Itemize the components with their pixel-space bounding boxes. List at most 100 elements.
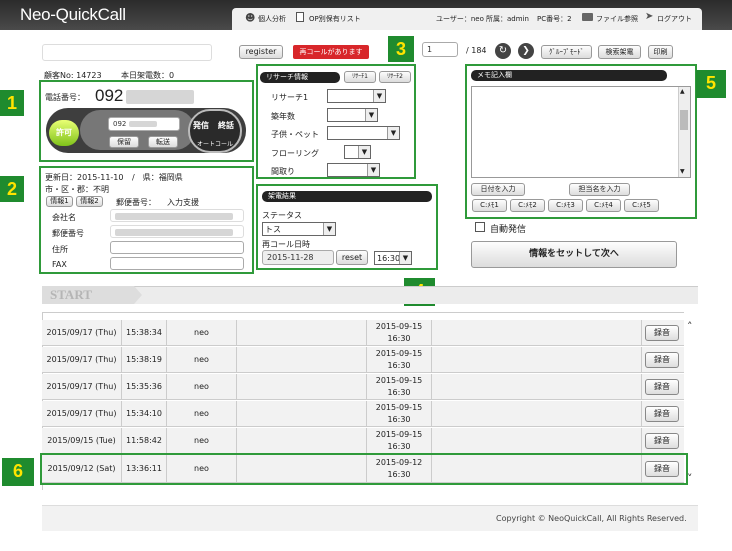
- city-label: 市・区・郡：不明: [45, 185, 109, 194]
- address-field[interactable]: [110, 241, 244, 254]
- register-button[interactable]: register: [239, 45, 283, 59]
- flooring-select[interactable]: ▼: [344, 145, 371, 159]
- start-label: START: [50, 287, 92, 302]
- auto-dial-checkbox[interactable]: [475, 222, 485, 232]
- annotation-label-3: 3: [388, 36, 414, 62]
- memo-2-button[interactable]: C:ﾒﾓ2: [510, 199, 545, 212]
- building-age-label: 築年数: [271, 112, 295, 121]
- postal-label: 郵便番号: [52, 229, 84, 238]
- phone-number: 092: [95, 86, 195, 106]
- app-logo: Neo-QuickCall: [20, 5, 126, 24]
- postal-field[interactable]: [110, 225, 244, 238]
- personal-analysis-link[interactable]: 個人分析: [258, 14, 286, 24]
- research-field-label: リサーチ1: [271, 93, 309, 102]
- scroll-thumb[interactable]: [680, 110, 688, 130]
- reset-button[interactable]: reset: [336, 250, 368, 265]
- tab-research-1[interactable]: ﾘｻｰﾁ1: [344, 71, 376, 83]
- tab-info-1[interactable]: 情報1: [46, 196, 73, 207]
- search-input[interactable]: [42, 44, 212, 61]
- chevron-down-icon: ▼: [358, 146, 370, 158]
- scroll-down-icon[interactable]: ▼: [680, 168, 685, 175]
- postal-code-header: 郵便番号：: [116, 198, 156, 207]
- annotation-label-5: 5: [696, 70, 726, 98]
- print-button[interactable]: 印刷: [648, 45, 673, 59]
- company-label: 会社名: [52, 213, 76, 222]
- table-row: 2015/09/17 (Thu) 15:38:34 neo 2015-09-15…: [42, 320, 684, 346]
- memo-4-button[interactable]: C:ﾒﾓ4: [586, 199, 621, 212]
- memo-1-button[interactable]: C:ﾒﾓ1: [472, 199, 507, 212]
- record-button[interactable]: 録音: [645, 433, 679, 449]
- chevron-down-icon: ▼: [387, 127, 399, 139]
- record-button[interactable]: 録音: [645, 379, 679, 395]
- table-row: 2015/09/17 (Thu) 15:38:19 neo 2015-09-15…: [42, 347, 684, 373]
- floor-plan-label: 間取り: [271, 167, 295, 176]
- call-button[interactable]: 発信: [193, 120, 209, 131]
- copyright: Copyright © NeoQuickCall, All Rights Res…: [496, 514, 687, 523]
- research-title: リサーチ情報: [260, 72, 340, 83]
- memo-title: メモ記入欄: [471, 70, 667, 81]
- set-info-next-button[interactable]: 情報をセットして次へ: [471, 241, 677, 268]
- record-button[interactable]: 録音: [645, 325, 679, 341]
- memo-textarea[interactable]: [471, 86, 691, 178]
- folder-icon: [582, 13, 593, 21]
- annotation-label-2: 2: [0, 176, 24, 202]
- group-mode-button[interactable]: ｸﾞﾙｰﾌﾟﾓｰﾄﾞ: [541, 45, 592, 59]
- status-select[interactable]: トス ▼: [262, 222, 336, 236]
- phone-label: 電話番号：: [45, 93, 85, 102]
- logout-arrow-icon: ➤: [645, 11, 654, 22]
- page-number-input[interactable]: 1: [422, 42, 458, 57]
- next-page-icon[interactable]: ❯: [518, 43, 534, 59]
- op-report-link[interactable]: OP別保有リスト: [309, 14, 361, 24]
- address-label: 住所: [52, 245, 68, 254]
- annotation-label-6: 6: [2, 458, 34, 486]
- chevron-down-icon: ▼: [373, 90, 385, 102]
- table-row: 2015/09/17 (Thu) 15:35:36 neo 2015-09-15…: [42, 374, 684, 400]
- hold-button[interactable]: 保留: [109, 136, 139, 148]
- person-icon: ☻: [245, 13, 256, 24]
- end-call-button[interactable]: 終話: [218, 120, 234, 131]
- memo-3-button[interactable]: C:ﾒﾓ3: [548, 199, 583, 212]
- status-label: ステータス: [262, 211, 302, 220]
- memo-5-button[interactable]: C:ﾒﾓ5: [624, 199, 659, 212]
- children-pet-label: 子供・ペット: [271, 130, 319, 139]
- logout-link[interactable]: ログアウト: [657, 14, 692, 24]
- record-button[interactable]: 録音: [645, 406, 679, 422]
- line-number-field[interactable]: 092: [108, 117, 180, 131]
- tab-research-2[interactable]: ﾘｻｰﾁ2: [379, 71, 411, 83]
- building-age-select[interactable]: ▼: [327, 108, 378, 122]
- autocall-button[interactable]: オートコール: [197, 139, 233, 148]
- scroll-up-icon[interactable]: ▲: [680, 88, 685, 95]
- person-input-button[interactable]: 担当名を入力: [569, 183, 630, 196]
- chevron-down-icon: ▼: [323, 223, 335, 235]
- transfer-button[interactable]: 転送: [148, 136, 178, 148]
- date-input-button[interactable]: 日付を入力: [471, 183, 525, 196]
- annotation-box-6: [40, 453, 688, 485]
- fax-field[interactable]: [110, 257, 244, 270]
- tab-info-2[interactable]: 情報2: [76, 196, 103, 207]
- page-total-label: / 184: [466, 46, 487, 55]
- flooring-label: フローリング: [271, 149, 319, 158]
- recall-notice-badge[interactable]: 再コールがあります: [293, 45, 369, 59]
- recall-date-input[interactable]: 2015-11-28: [262, 250, 334, 265]
- fax-label: FAX: [52, 260, 67, 269]
- research-1-select[interactable]: ▼: [327, 89, 386, 103]
- recall-time-select[interactable]: 16:30 ▼: [374, 251, 412, 265]
- children-pet-select[interactable]: ▼: [327, 126, 400, 140]
- memo-scrollbar[interactable]: [678, 87, 690, 177]
- floor-plan-select[interactable]: ▼: [327, 163, 380, 177]
- recall-datetime-label: 再コール日時: [262, 240, 310, 249]
- input-support-link[interactable]: 入力支援: [167, 197, 199, 208]
- search-call-button[interactable]: 検索架電: [598, 45, 641, 59]
- file-reference-link[interactable]: ファイル参照: [596, 14, 638, 24]
- chevron-down-icon: ▼: [399, 252, 411, 264]
- company-field[interactable]: [110, 209, 244, 222]
- table-row: 2015/09/17 (Thu) 15:34:10 neo 2015-09-15…: [42, 401, 684, 427]
- refresh-icon[interactable]: ↻: [495, 43, 511, 59]
- record-button[interactable]: 録音: [645, 352, 679, 368]
- user-label: ユーザー：neo: [436, 15, 484, 23]
- prefecture-label: / 県：福岡県: [132, 173, 183, 182]
- scroll-up-icon[interactable]: ˄: [687, 320, 693, 333]
- affiliation-label: 所属：admin: [486, 15, 529, 23]
- allow-button[interactable]: 許可: [49, 120, 79, 146]
- annotation-label-1: 1: [0, 90, 24, 116]
